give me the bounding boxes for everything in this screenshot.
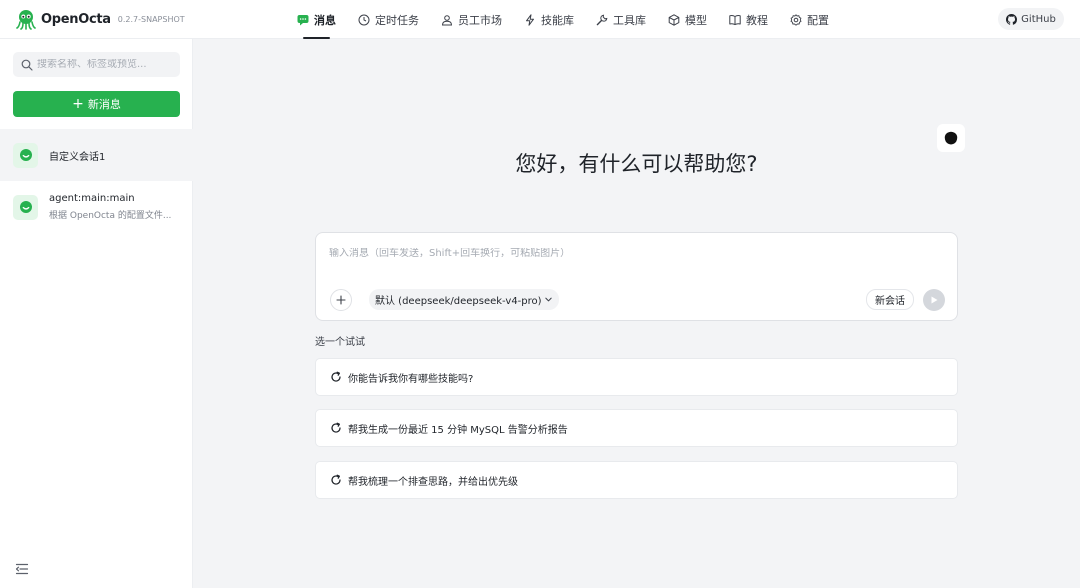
sidebar: + 新消息 自定义会话1 agent:main:main 根据 OpenOcta…: [0, 39, 193, 588]
nav-item-messages[interactable]: 消息: [286, 0, 347, 39]
robot-icon: [944, 131, 958, 145]
cube-icon: [668, 13, 680, 26]
brand-version: 0.2.7-SNAPSHOT: [117, 14, 185, 24]
refresh-icon: [331, 422, 341, 433]
suggestion-item[interactable]: 你能告诉我你有哪些技能吗?: [315, 358, 958, 396]
nav-item-skills[interactable]: 技能库: [513, 0, 585, 39]
plus-icon: [336, 295, 346, 305]
github-button[interactable]: GitHub: [998, 8, 1064, 30]
refresh-icon: [331, 371, 341, 382]
nav-item-label: 教程: [746, 13, 768, 27]
model-selector-label: 默认 (deepseek/deepseek-v4-pro): [375, 296, 542, 307]
nav-item-label: 消息: [314, 13, 336, 27]
main-nav: 消息 定时任务 员工市场 技能库 工具库 模型 教程 配置: [286, 0, 840, 39]
collapse-sidebar-icon[interactable]: [15, 562, 29, 576]
message-icon: [297, 14, 309, 25]
suggestion-item[interactable]: 帮我梳理一个排查思路，并给出优先级: [315, 461, 958, 499]
nav-item-label: 定时任务: [375, 13, 419, 27]
model-selector[interactable]: 默认 (deepseek/deepseek-v4-pro): [369, 289, 559, 310]
nav-item-label: 技能库: [541, 13, 574, 27]
lightning-icon: [526, 13, 534, 26]
message-composer: 默认 (deepseek/deepseek-v4-pro) 新会话: [315, 232, 958, 321]
chat-bubble-icon: [19, 201, 32, 213]
message-input[interactable]: [329, 248, 929, 259]
nav-item-scheduled-tasks[interactable]: 定时任务: [347, 0, 430, 39]
chat-bubble-icon: [19, 149, 32, 161]
suggestion-text: 帮我生成一份最近 15 分钟 MySQL 告警分析报告: [348, 424, 568, 436]
new-message-button[interactable]: + 新消息: [13, 91, 180, 117]
nav-item-settings[interactable]: 配置: [779, 0, 840, 39]
nav-item-label: 工具库: [613, 13, 646, 27]
github-icon: [1006, 13, 1018, 25]
nav-item-label: 员工市场: [458, 13, 502, 27]
conversation-item[interactable]: 自定义会话1: [0, 129, 193, 181]
nav-item-label: 模型: [685, 13, 707, 27]
conversation-title: 自定义会话1: [49, 151, 106, 163]
suggestion-text: 你能告诉我你有哪些技能吗?: [348, 373, 474, 385]
book-icon: [729, 14, 741, 25]
greeting-title: 您好，有什么可以帮助您?: [515, 152, 758, 176]
new-chat-button[interactable]: 新会话: [866, 289, 914, 310]
top-bar: OpenOcta 0.2.7-SNAPSHOT 消息 定时任务 员工市场 技能库…: [0, 0, 1080, 39]
octopus-logo-icon: [16, 10, 36, 30]
user-icon: [441, 14, 453, 25]
new-message-label: 新消息: [87, 98, 121, 111]
suggestions-heading: 选一个试试: [315, 337, 365, 348]
avatar: [13, 142, 38, 168]
nav-item-label: 配置: [807, 13, 829, 27]
brand[interactable]: OpenOcta 0.2.7-SNAPSHOT: [15, 8, 185, 30]
refresh-icon: [331, 474, 341, 485]
plus-icon: +: [72, 96, 84, 112]
wrench-icon: [596, 14, 608, 25]
conversation-title: agent:main:main: [49, 193, 135, 204]
github-label: GitHub: [1021, 13, 1056, 25]
avatar: [13, 194, 38, 220]
nav-item-models[interactable]: 模型: [657, 0, 718, 39]
send-button[interactable]: [923, 289, 945, 311]
suggestion-item[interactable]: 帮我生成一份最近 15 分钟 MySQL 告警分析报告: [315, 409, 958, 447]
clock-icon: [358, 14, 370, 25]
conversation-item[interactable]: agent:main:main 根据 OpenOcta 的配置文件...: [0, 181, 193, 233]
conversation-preview: 根据 OpenOcta 的配置文件...: [49, 211, 172, 221]
search-box[interactable]: [13, 52, 180, 77]
suggestion-text: 帮我梳理一个排查思路，并给出优先级: [348, 476, 518, 488]
nav-item-staff-market[interactable]: 员工市场: [430, 0, 513, 39]
chevron-down-icon: [544, 297, 552, 302]
attach-button[interactable]: [330, 289, 352, 311]
brand-name: OpenOcta: [41, 11, 111, 27]
nav-item-tutorial[interactable]: 教程: [718, 0, 779, 39]
send-icon: [931, 296, 938, 304]
gear-icon: [790, 13, 802, 26]
nav-item-tools[interactable]: 工具库: [585, 0, 657, 39]
search-icon: [21, 59, 33, 71]
search-input[interactable]: [37, 59, 177, 70]
